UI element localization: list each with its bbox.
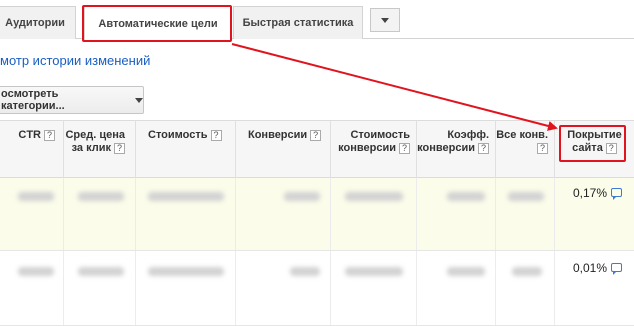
help-icon[interactable]: ? bbox=[537, 142, 548, 154]
help-icon[interactable]: ? bbox=[478, 142, 489, 154]
site-coverage-value: 0,01% bbox=[572, 261, 607, 275]
cell-all-conversions bbox=[496, 251, 555, 325]
column-header-cost-per-conversion[interactable]: Стоимость конверсии? bbox=[331, 121, 417, 178]
view-categories-button[interactable]: осмотреть категории... bbox=[0, 86, 144, 114]
cell-all-conversions bbox=[496, 178, 555, 250]
cell-site-coverage: 0,17% bbox=[555, 178, 634, 250]
cell-site-coverage: 0,01% bbox=[555, 251, 634, 325]
help-icon[interactable]: ? bbox=[210, 129, 222, 141]
tab-label: Быстрая статистика bbox=[242, 17, 354, 29]
column-header-ctr[interactable]: CTR? bbox=[0, 121, 64, 178]
cell-conversions bbox=[236, 251, 331, 325]
cell-cost bbox=[136, 178, 236, 250]
tab-label: Аудитории bbox=[5, 17, 65, 29]
more-tabs-button[interactable] bbox=[370, 8, 400, 32]
help-icon[interactable]: ? bbox=[310, 129, 322, 141]
site-coverage-value: 0,17% bbox=[572, 186, 607, 200]
table-header: CTR? Сред. цена за клик? Стоимость? Конв… bbox=[0, 120, 634, 178]
table-row[interactable]: 0,01% bbox=[0, 251, 634, 326]
chevron-down-icon bbox=[135, 97, 143, 103]
cell-conversions bbox=[236, 178, 331, 250]
highlight-box-tab bbox=[82, 5, 232, 42]
tab-audiences[interactable]: Аудитории bbox=[0, 6, 76, 39]
cell-ctr bbox=[0, 251, 64, 325]
cell-cost-per-conversion bbox=[331, 251, 417, 325]
stats-table: CTR? Сред. цена за клик? Стоимость? Конв… bbox=[0, 120, 634, 326]
tab-quick-stats[interactable]: Быстрая статистика bbox=[233, 6, 363, 39]
cell-conversion-rate bbox=[417, 178, 496, 250]
table-row[interactable]: 0,17% bbox=[0, 178, 634, 251]
cell-cost bbox=[136, 251, 236, 325]
cell-conversion-rate bbox=[417, 251, 496, 325]
column-header-conversion-rate[interactable]: Коэфф. конверсии? bbox=[417, 121, 496, 178]
cell-ctr bbox=[0, 178, 64, 250]
history-link[interactable]: мотр истории изменений bbox=[0, 53, 150, 68]
comment-icon[interactable] bbox=[611, 188, 622, 200]
cell-cost-per-conversion bbox=[331, 178, 417, 250]
column-header-avg-cpc[interactable]: Сред. цена за клик? bbox=[64, 121, 136, 178]
help-icon[interactable]: ? bbox=[114, 142, 125, 154]
help-icon[interactable]: ? bbox=[44, 129, 55, 141]
cell-avg-cpc bbox=[64, 251, 136, 325]
column-header-conversions[interactable]: Конверсии? bbox=[236, 121, 331, 178]
view-categories-label: осмотреть категории... bbox=[1, 88, 65, 112]
highlight-box-column bbox=[559, 125, 626, 162]
column-header-all-conversions[interactable]: Все конв.? bbox=[496, 121, 555, 178]
comment-icon[interactable] bbox=[611, 263, 622, 275]
help-icon[interactable]: ? bbox=[399, 142, 410, 154]
chevron-down-icon bbox=[381, 17, 389, 23]
cell-avg-cpc bbox=[64, 178, 136, 250]
column-header-cost[interactable]: Стоимость? bbox=[136, 121, 236, 178]
